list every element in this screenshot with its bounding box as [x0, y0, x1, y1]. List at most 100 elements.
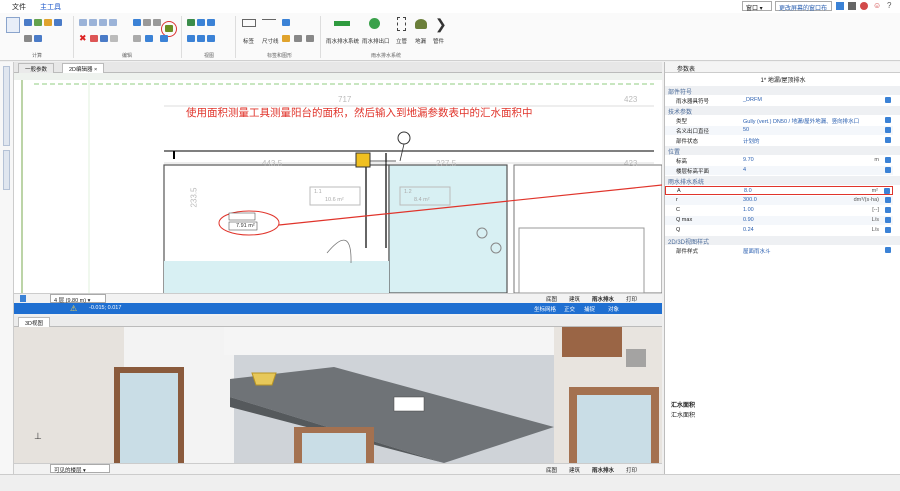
pan-icon[interactable]: [197, 35, 205, 42]
layout-icon[interactable]: [836, 2, 844, 10]
status-tab-rainwater[interactable]: 雨水排水: [592, 295, 614, 303]
param-row[interactable]: 雨水器具符号 _DRFM: [665, 96, 893, 105]
layout-dropdown[interactable]: 更改屏幕的窗口布置 ▾: [775, 1, 832, 21]
help-icon[interactable]: ?: [887, 1, 891, 10]
edit-tool-icon[interactable]: [160, 35, 168, 42]
area-measure-icon[interactable]: [165, 25, 173, 32]
param-section-header[interactable]: 部件符号: [665, 86, 900, 96]
param-edit-icon[interactable]: [885, 137, 891, 143]
edit-tool-icon[interactable]: [133, 35, 141, 42]
param-value[interactable]: 计划的: [743, 137, 760, 145]
shape-icon[interactable]: [294, 35, 302, 42]
snap-toggle[interactable]: 捕捉: [584, 305, 595, 313]
user-icon[interactable]: ☺: [873, 1, 881, 10]
param-value[interactable]: Gully (vert.) DN50 / 地漏/屋外地漏、竖向排水口: [743, 117, 859, 125]
image-icon[interactable]: [282, 35, 290, 42]
param-value[interactable]: 50: [743, 127, 749, 133]
fitting-icon[interactable]: ❯: [435, 16, 447, 33]
window-dropdown[interactable]: 窗口 ▾: [742, 1, 772, 12]
text-icon[interactable]: [282, 19, 290, 26]
param-edit-icon[interactable]: [885, 117, 891, 123]
param-value[interactable]: 8.0: [744, 188, 752, 194]
param-edit-icon[interactable]: [885, 207, 891, 213]
dimension-button[interactable]: 尺寸线: [262, 37, 279, 45]
rainwater-outlet-button[interactable]: 雨水排出口: [362, 37, 390, 45]
param-row[interactable]: 类型 Gully (vert.) DN50 / 地漏/屋外地漏、竖向排水口: [665, 116, 893, 125]
floor-drain-icon[interactable]: [415, 19, 427, 29]
calculate-icon[interactable]: [6, 17, 20, 33]
grid-toggle[interactable]: 坐标网格: [534, 305, 556, 313]
param-row[interactable]: Q 0.24 L/s: [665, 226, 893, 235]
param-value[interactable]: _DRFM: [743, 97, 762, 103]
param-edit-icon[interactable]: [885, 127, 891, 133]
param-row[interactable]: C 1.00 [--]: [665, 206, 893, 215]
param-row[interactable]: Q max 0.90 L/s: [665, 216, 893, 225]
tab-general-params[interactable]: 一般参数: [18, 63, 55, 73]
edit-tool-icon[interactable]: [145, 35, 153, 42]
param-value[interactable]: 0.90: [743, 217, 754, 223]
status-tab-base[interactable]: 底图: [546, 295, 557, 303]
param-value[interactable]: 4: [743, 167, 746, 173]
warning-icon[interactable]: ⚠: [70, 304, 77, 313]
riser-button[interactable]: 立管: [396, 37, 407, 45]
param-row[interactable]: 部件状态 计划的: [665, 136, 893, 145]
calc-tool-icon[interactable]: [54, 19, 62, 26]
redraw-icon[interactable]: [207, 35, 215, 42]
plan-view[interactable]: 使用面积测量工具测量阳台的面积，然后输入到地漏参数表中的汇水面积中 717 42…: [14, 73, 662, 293]
save-icon[interactable]: [848, 2, 856, 10]
rainwater-system-button[interactable]: 雨水排水系统: [326, 37, 359, 45]
status-tab-building[interactable]: 建筑: [569, 295, 580, 303]
zoom-window-icon[interactable]: [207, 19, 215, 26]
edit-tool-icon[interactable]: [109, 19, 117, 26]
calc-tool-icon[interactable]: [34, 35, 42, 42]
param-edit-icon[interactable]: [885, 97, 891, 103]
param-value[interactable]: 300.0: [743, 197, 757, 203]
edit-tool-icon[interactable]: [79, 19, 87, 26]
status-tab-print[interactable]: 打印: [626, 466, 637, 474]
record-icon[interactable]: [860, 2, 868, 10]
edit-tool-icon[interactable]: [153, 19, 161, 26]
edit-tool-icon[interactable]: [143, 19, 151, 26]
visible-floor-select[interactable]: 可见的楼层 ▾: [50, 464, 110, 474]
param-edit-icon[interactable]: [885, 197, 891, 203]
zoom-all-icon[interactable]: [187, 35, 195, 42]
param-section-header[interactable]: 位置: [665, 146, 900, 156]
edit-tool-icon[interactable]: [133, 19, 141, 26]
edit-tool-icon[interactable]: [110, 35, 118, 42]
fitting-button[interactable]: 管件: [433, 37, 444, 45]
dimension-icon[interactable]: [262, 19, 276, 27]
rainwater-outlet-icon[interactable]: [369, 18, 380, 29]
edit-tool-icon[interactable]: [100, 35, 108, 42]
param-row[interactable]: 部件样式 屋面雨水斗: [665, 246, 893, 255]
tab-2d-editor[interactable]: 2D编辑器 ×: [62, 63, 105, 73]
param-value[interactable]: 1.00: [743, 207, 754, 213]
side-panel-tab[interactable]: [3, 150, 10, 190]
calc-tool-icon[interactable]: [34, 19, 42, 26]
label-icon[interactable]: [242, 19, 256, 27]
edit-tool-icon[interactable]: [89, 19, 97, 26]
3d-view[interactable]: ⊥: [14, 327, 662, 463]
calc-tool-icon[interactable]: [24, 19, 32, 26]
param-row[interactable]: r 300.0 dm³/(s·ha): [665, 196, 893, 205]
view-cube[interactable]: [626, 349, 646, 367]
param-section-header[interactable]: 雨水排水系统: [665, 176, 900, 186]
param-row[interactable]: 楼层标高平面 4: [665, 166, 893, 175]
param-edit-icon[interactable]: [885, 227, 891, 233]
label-button[interactable]: 标签: [243, 37, 254, 45]
floor-drain-button[interactable]: 地漏: [415, 37, 426, 45]
zoom-out-icon[interactable]: [197, 19, 205, 26]
delete-icon[interactable]: ✖: [79, 33, 87, 44]
param-edit-icon[interactable]: [884, 188, 890, 194]
param-section-header[interactable]: 技术参数: [665, 106, 900, 116]
param-row[interactable]: 名义出口直径 50: [665, 126, 893, 135]
param-edit-icon[interactable]: [885, 157, 891, 163]
floor-select[interactable]: 4 层 (9.80 m) ▾: [50, 294, 106, 304]
status-tab-print[interactable]: 打印: [626, 295, 637, 303]
rainwater-system-icon[interactable]: [334, 21, 350, 26]
param-edit-icon[interactable]: [885, 217, 891, 223]
param-section-header[interactable]: 2D/3D视图样式: [665, 236, 900, 246]
param-edit-icon[interactable]: [885, 167, 891, 173]
menu-file[interactable]: 文件: [12, 2, 26, 12]
edit-tool-icon[interactable]: [99, 19, 107, 26]
zoom-in-icon[interactable]: [187, 19, 195, 26]
